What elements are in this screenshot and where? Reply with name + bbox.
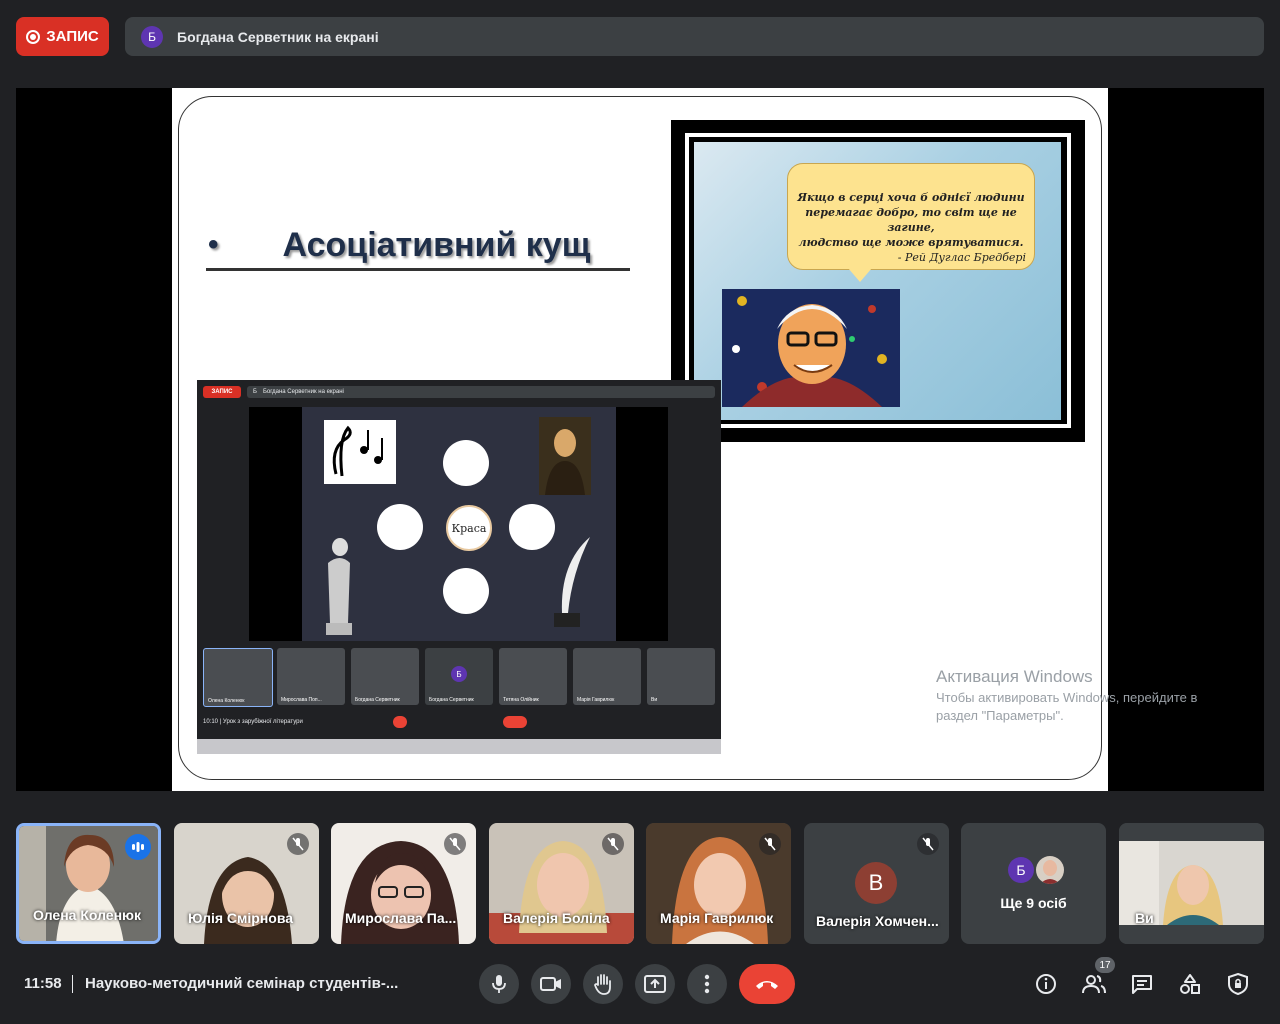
people-count-badge: 17 (1095, 957, 1115, 973)
meeting-details-button[interactable] (1033, 971, 1059, 997)
host-controls-button[interactable] (1225, 971, 1251, 997)
people-icon (1082, 975, 1106, 994)
activities-shapes-icon (1180, 974, 1200, 994)
presenter-avatar: Б (141, 25, 163, 48)
quote-bubble-tail (848, 268, 872, 282)
more-participants-label: Ще 9 осіб (1000, 895, 1067, 911)
clock: 11:58 (24, 975, 62, 992)
nested-center-word: Краса (446, 505, 492, 551)
shield-lock-icon (1228, 973, 1248, 995)
record-icon (26, 29, 41, 44)
nested-statue-image (318, 533, 358, 637)
muted-mic-icon (759, 833, 781, 855)
slide-title-text: Асоціативний кущ (282, 225, 591, 264)
participant-name: Ви (1135, 910, 1154, 926)
more-participants-tile[interactable]: Б Ще 9 осіб (961, 823, 1106, 944)
nested-mona-lisa-image (539, 417, 591, 495)
divider (72, 975, 73, 993)
nested-mic-icon (393, 716, 407, 728)
speaking-indicator-icon (125, 834, 151, 860)
slide-bullet: • (208, 228, 219, 261)
presentation-banner: Б Богдана Серветник на екрані (125, 17, 1264, 56)
participant-tile[interactable]: Юлія Смірнова (174, 823, 319, 944)
camera-icon (540, 977, 561, 991)
quote-line: Якщо в серці хоча б однієї людини (797, 191, 1025, 204)
muted-mic-icon (602, 833, 624, 855)
nested-tile: Ви (647, 648, 715, 705)
raise-hand-icon (594, 974, 611, 995)
muted-mic-icon (444, 833, 466, 855)
activities-button[interactable] (1177, 971, 1203, 997)
nested-tile: Тетяна Олійник (499, 648, 567, 705)
muted-mic-icon (917, 833, 939, 855)
info-icon (1036, 974, 1056, 994)
presenter-label: Богдана Серветник на екрані (177, 28, 379, 45)
author-portrait-image (722, 289, 900, 407)
slide-title: • Асоціативний кущ (206, 222, 630, 271)
participant-avatar: В (855, 862, 897, 904)
nested-empty-circle (443, 568, 489, 614)
muted-mic-icon (287, 833, 309, 855)
windows-activation-title: Активация Windows (936, 667, 1093, 686)
nested-hangup-icon (503, 716, 527, 728)
more-options-button[interactable] (687, 964, 727, 1004)
present-now-button[interactable] (635, 964, 675, 1004)
participant-name: Олена Коленюк (33, 907, 141, 923)
nested-music-notes-image (324, 420, 396, 484)
leave-call-button[interactable] (739, 964, 795, 1004)
participant-avatar: Б (1008, 857, 1034, 883)
participant-photo-avatar (1036, 856, 1064, 884)
people-button[interactable] (1081, 971, 1107, 997)
self-view-tile[interactable]: Ви (1119, 823, 1264, 944)
participant-tile[interactable]: В Валерія Хомчен... (804, 823, 949, 944)
nested-meeting-label: 10:10 | Урок з зарубіжної літератури (203, 719, 303, 725)
nested-empty-circle (377, 504, 423, 550)
nested-tile: Олена Коленюк (203, 648, 273, 707)
participant-name: Валерія Хомчен... (816, 913, 939, 929)
nested-tile: Мирослава Поп... (277, 648, 345, 705)
chat-icon (1132, 975, 1152, 994)
participant-name: Мирослава Па... (345, 910, 457, 926)
participant-name: Марія Гаврилюк (660, 910, 774, 926)
nested-empty-circle (443, 440, 489, 486)
quote-author: - Рей Дуглас Бредбері (897, 251, 1026, 264)
raise-hand-button[interactable] (583, 964, 623, 1004)
camera-button[interactable] (531, 964, 571, 1004)
nested-presenter-initial: Б (253, 389, 257, 395)
meeting-title[interactable]: Науково-методичний семінар студентів-... (85, 975, 398, 992)
recording-button[interactable]: ЗАПИС (16, 17, 109, 56)
present-screen-icon (644, 975, 666, 993)
chat-button[interactable] (1129, 971, 1155, 997)
nested-participant-strip: Олена Коленюк Мирослава Поп... Богдана С… (203, 648, 715, 707)
microphone-button[interactable] (479, 964, 519, 1004)
windows-activation-subtitle: Чтобы активировать Windows, перейдите в … (936, 690, 1198, 723)
nested-quill-image (550, 533, 594, 633)
nested-tile-avatar: Б (451, 666, 467, 682)
hang-up-icon (756, 981, 778, 989)
microphone-icon (492, 975, 506, 993)
quote-line: людство ще може врятуватися. (798, 236, 1024, 249)
quote-line: перемагає добро, то світ ще не загине, (805, 206, 1017, 234)
quote-bubble: Якщо в серці хоча б однієї людини перема… (787, 163, 1035, 270)
nested-control-bar: 10:10 | Урок з зарубіжної літератури (203, 712, 715, 732)
nested-recording-label: ЗАПИС (203, 386, 241, 398)
nested-empty-circle (509, 504, 555, 550)
participant-tile[interactable]: Олена Коленюк (16, 823, 161, 944)
participant-tile[interactable]: Валерія Боліла (489, 823, 634, 944)
participant-name: Юлія Смірнова (188, 910, 294, 926)
participant-tile[interactable]: Марія Гаврилюк (646, 823, 791, 944)
nested-tile: Б Богдана Серветник (425, 648, 493, 705)
nested-presentation-banner: Б Богдана Серветник на екрані (247, 386, 715, 398)
participant-name: Валерія Боліла (503, 910, 610, 926)
nested-presenter-label: Богдана Серветник на екрані (262, 389, 344, 395)
participant-tile[interactable]: Мирослава Па... (331, 823, 476, 944)
nested-windows-taskbar (197, 739, 721, 754)
nested-tile: Богдана Серветник (351, 648, 419, 705)
nested-tile: Марія Гаврилюк (573, 648, 641, 705)
recording-label: ЗАПИС (46, 28, 99, 45)
more-vert-icon (704, 974, 710, 994)
